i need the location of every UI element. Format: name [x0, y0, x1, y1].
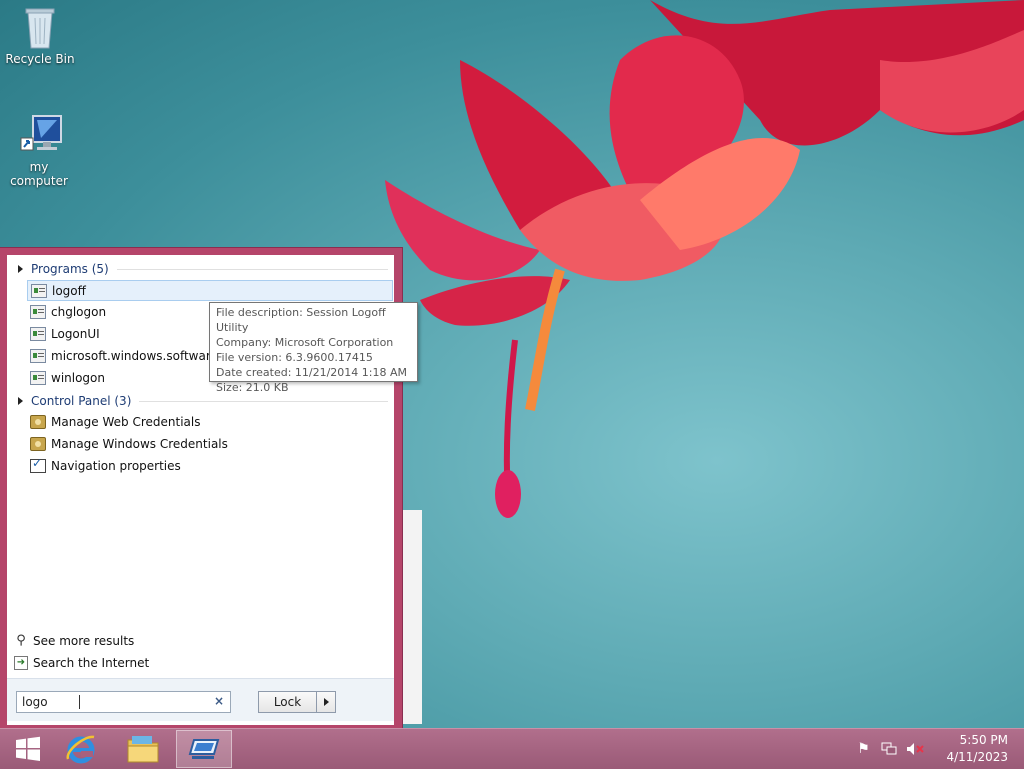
- internet-explorer-icon: [66, 735, 95, 764]
- start-icon: [16, 736, 40, 761]
- tooltip-line: Date created: 11/21/2014 1:18 AM: [216, 366, 408, 379]
- taskbar: ⚑ 5:50 PM 4/11/2023: [0, 728, 1024, 769]
- file-info-tooltip: File description: Session Logoff Utility…: [209, 302, 418, 394]
- clear-search-icon[interactable]: ×: [214, 694, 224, 708]
- search-bar: logo × Lock: [7, 678, 394, 721]
- program-icon: [30, 327, 46, 341]
- see-more-label: See more results: [33, 634, 135, 648]
- search-internet-link[interactable]: ➜ Search the Internet: [14, 653, 149, 673]
- expand-triangle-icon: [18, 397, 23, 405]
- group-header-label: Programs (5): [31, 262, 109, 276]
- result-item-winlogon[interactable]: winlogon: [27, 368, 207, 388]
- computer-icon: [19, 114, 62, 158]
- result-label: winlogon: [51, 371, 105, 385]
- internet-search-icon: ➜: [14, 656, 28, 670]
- taskbar-file-explorer[interactable]: [115, 730, 171, 768]
- magnifier-icon: ⚲: [16, 633, 26, 648]
- divider: [116, 268, 388, 270]
- expand-triangle-icon: [18, 265, 23, 273]
- lock-button[interactable]: Lock: [258, 691, 336, 713]
- credential-manager-icon: [30, 415, 46, 429]
- start-button[interactable]: [0, 730, 56, 768]
- result-label: Manage Windows Credentials: [51, 437, 228, 451]
- result-item-chglogon[interactable]: chglogon: [27, 302, 207, 322]
- result-item-microsoft-windows-softwarelogon[interactable]: microsoft.windows.softwarelo: [27, 346, 209, 366]
- group-header-label: Control Panel (3): [31, 394, 132, 408]
- program-icon: [30, 349, 46, 363]
- clock-date: 4/11/2023: [946, 750, 1008, 764]
- tooltip-line: Company: Microsoft Corporation: [216, 336, 394, 349]
- program-icon: [30, 371, 46, 385]
- taskbar-internet-explorer[interactable]: [53, 730, 109, 768]
- scrollbar-stub: [402, 510, 422, 724]
- program-icon: [30, 305, 46, 319]
- divider: [139, 400, 388, 402]
- clock-time: 5:50 PM: [959, 733, 1008, 747]
- action-center-flag-icon[interactable]: ⚑: [854, 740, 872, 758]
- result-item-logoff[interactable]: logoff: [27, 280, 393, 301]
- tooltip-line: File version: 6.3.9600.17415: [216, 351, 373, 364]
- tooltip-line: Size: 21.0 KB: [216, 381, 289, 394]
- volume-muted-icon[interactable]: [906, 740, 925, 758]
- see-more-results-link[interactable]: ⚲ See more results: [14, 631, 134, 651]
- result-label: chglogon: [51, 305, 107, 319]
- group-header-programs[interactable]: Programs (5): [18, 260, 388, 278]
- search-internet-label: Search the Internet: [33, 656, 150, 670]
- text-cursor-icon: [79, 695, 80, 709]
- taskbar-remote-desktop[interactable]: [176, 730, 232, 768]
- result-label: Navigation properties: [51, 459, 181, 473]
- result-label: microsoft.windows.softwarelo: [51, 349, 209, 363]
- remote-desktop-icon: [188, 739, 220, 759]
- result-item-manage-web-credentials[interactable]: Manage Web Credentials: [27, 412, 391, 432]
- system-tray: ⚑ 5:50 PM 4/11/2023: [854, 729, 1024, 769]
- result-item-logonui[interactable]: LogonUI: [27, 324, 207, 344]
- search-input-value: logo: [22, 695, 48, 709]
- lock-button-label: Lock: [259, 692, 317, 712]
- result-label: LogonUI: [51, 327, 100, 341]
- tooltip-line: File description: Session Logoff Utility: [216, 306, 386, 334]
- power-options-arrow-icon[interactable]: [317, 692, 335, 712]
- file-explorer-icon: [127, 736, 159, 763]
- desktop-icon-label: my computer: [10, 160, 68, 188]
- recycle-bin-icon: [20, 6, 60, 50]
- result-item-manage-windows-credentials[interactable]: Manage Windows Credentials: [27, 434, 391, 454]
- credential-manager-icon: [30, 437, 46, 451]
- result-label: logoff: [52, 283, 86, 298]
- desktop-icon-label: Recycle Bin: [5, 52, 75, 66]
- clock[interactable]: 5:50 PM 4/11/2023: [946, 732, 1008, 766]
- navigation-properties-icon: [30, 456, 46, 473]
- program-icon: [31, 283, 47, 298]
- desktop-icon-recycle-bin[interactable]: Recycle Bin: [0, 6, 80, 66]
- network-icon[interactable]: [880, 740, 898, 758]
- search-input[interactable]: logo ×: [16, 691, 231, 713]
- result-item-navigation-properties[interactable]: Navigation properties: [27, 456, 391, 476]
- desktop-icon-my-computer[interactable]: my computer: [0, 114, 79, 188]
- result-label: Manage Web Credentials: [51, 415, 201, 429]
